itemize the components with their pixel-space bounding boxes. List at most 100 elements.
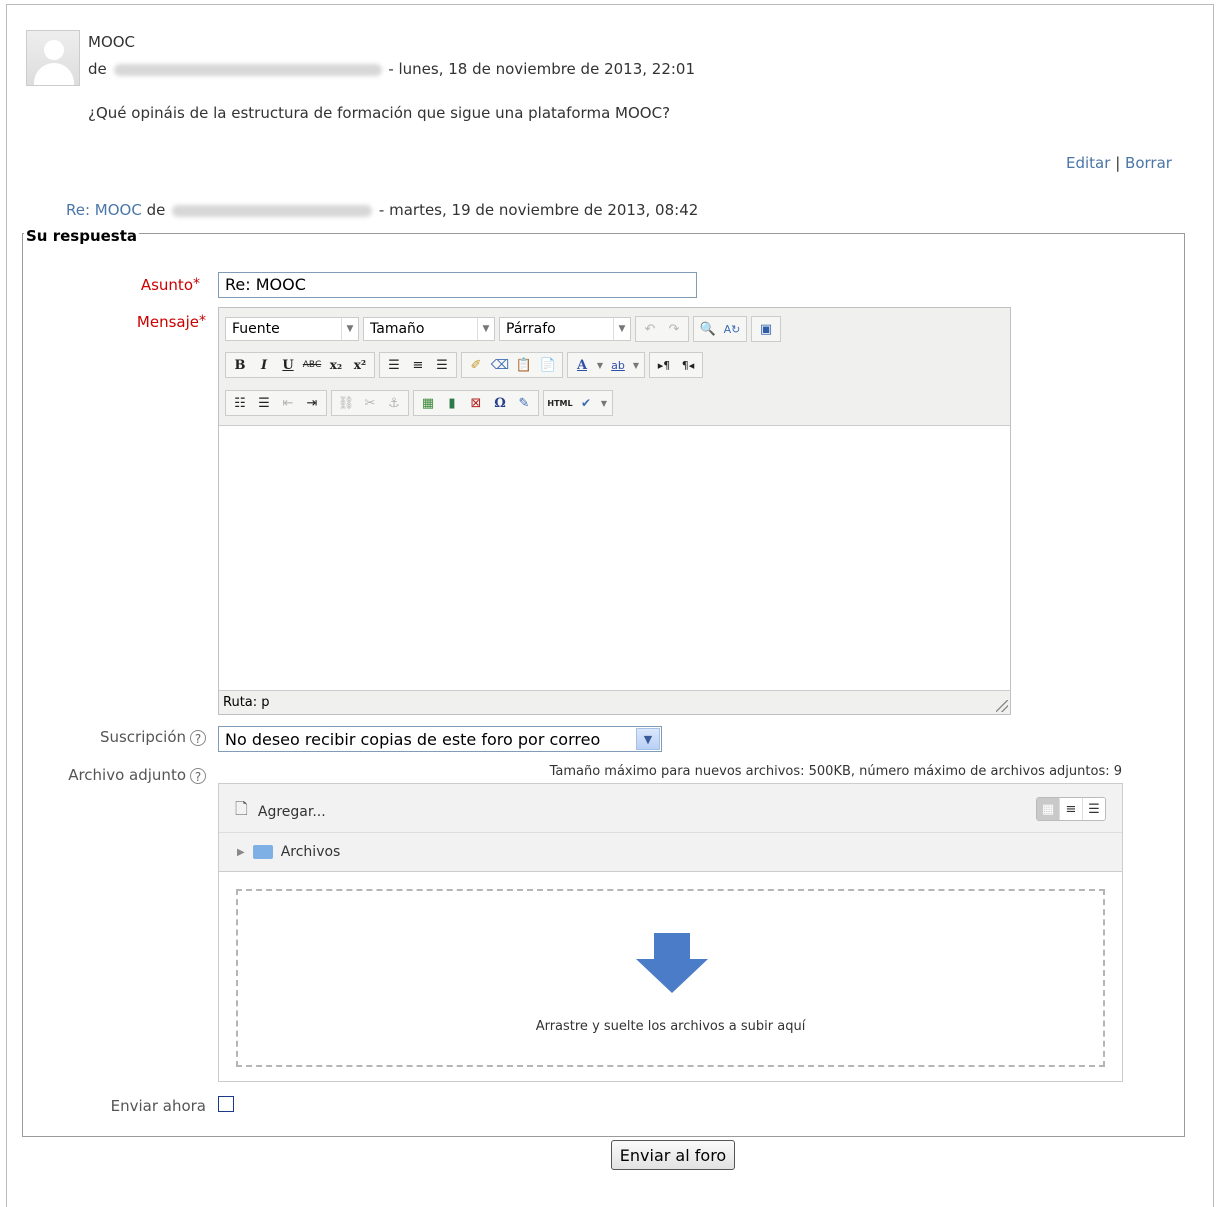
nolink-icon[interactable]: ⊠ xyxy=(465,392,487,414)
reply-date: - martes, 19 de noviembre de 2013, 08:42 xyxy=(378,201,699,219)
table-edit-icon[interactable]: ✎ xyxy=(513,392,535,414)
expand-arrow-icon[interactable]: ▶ xyxy=(237,847,245,858)
redo-icon[interactable]: ↷ xyxy=(663,318,685,340)
command-separator: | xyxy=(1115,154,1121,172)
chevron-down-icon[interactable]: ▼ xyxy=(636,728,660,750)
chevron-down-icon[interactable]: ▼ xyxy=(631,354,641,376)
post-byline: de - lunes, 18 de noviembre de 2013, 22:… xyxy=(88,60,695,78)
subject-input[interactable]: Re: MOOC xyxy=(218,272,697,298)
italic-icon[interactable]: I xyxy=(253,354,275,376)
insert-group: ▦ ▮ ⊠ Ω ✎ xyxy=(413,390,539,416)
bullet-list-icon[interactable]: ☷ xyxy=(229,392,251,414)
indent-icon[interactable]: ⇥ xyxy=(301,392,323,414)
subject-label: Asunto* xyxy=(140,276,200,294)
unlink-icon[interactable]: ✂ xyxy=(359,392,381,414)
align-left-icon[interactable]: ☰ xyxy=(383,354,405,376)
reply-subject-link[interactable]: Re: MOOC xyxy=(66,201,142,219)
align-center-icon[interactable]: ≡ xyxy=(407,354,429,376)
align-group: ☰ ≡ ☰ xyxy=(379,352,457,378)
drop-zone[interactable]: Arrastre y suelte los archivos a subir a… xyxy=(236,889,1105,1067)
grid-view-icon[interactable]: ▦ xyxy=(1037,798,1059,820)
text-color-icon[interactable]: A xyxy=(571,354,593,376)
color-group: A ▼ ab ▼ xyxy=(567,352,645,378)
resize-grip-icon[interactable] xyxy=(996,700,1008,712)
link-group: ⛓ ✂ ⚓ xyxy=(331,390,409,416)
cleanup-icon[interactable]: ✐ xyxy=(465,354,487,376)
ltr-icon[interactable]: ▸¶ xyxy=(653,354,675,376)
send-now-checkbox[interactable] xyxy=(218,1096,234,1112)
file-picker: 🗋 Agregar... ▦ ≡ ☰ ▶ Archivos Arrastre y… xyxy=(218,783,1123,1082)
numbered-list-icon[interactable]: ☰ xyxy=(253,392,275,414)
tree-view-icon[interactable]: ☰ xyxy=(1082,798,1105,820)
subscription-value: No deseo recibir copias de este foro por… xyxy=(225,729,601,749)
help-icon[interactable]: ? xyxy=(190,767,206,784)
drop-message: Arrastre y suelte los archivos a subir a… xyxy=(535,1019,806,1034)
message-editor: Fuente ▼ Tamaño ▼ Párrafo ▼ ↶ ↷ 🔍 A↻ ▣ B I … xyxy=(218,307,1011,715)
post-subject: MOOC xyxy=(88,33,136,51)
editor-path: Ruta: p xyxy=(223,695,270,710)
list-view-icon[interactable]: ≡ xyxy=(1059,798,1082,820)
find-icon[interactable]: 🔍 xyxy=(697,318,719,340)
subscription-select[interactable]: No deseo recibir copias de este foro por… xyxy=(218,726,662,752)
strikethrough-icon[interactable]: ABC xyxy=(301,354,323,376)
bold-icon[interactable]: B xyxy=(229,354,251,376)
underline-icon[interactable]: U xyxy=(277,354,299,376)
reply-legend: Su respuesta xyxy=(24,227,140,245)
font-combo[interactable]: Fuente ▼ xyxy=(225,317,359,341)
undo-icon[interactable]: ↶ xyxy=(639,318,661,340)
html-icon[interactable]: HTML xyxy=(547,392,573,414)
arrow-down-icon xyxy=(636,933,708,993)
toolbar-row-2: B I U ABC x₂ x² ☰ ≡ ☰ ✐ ⌫ 📋 📄 A ▼ ab ▼ ▸… xyxy=(225,351,707,379)
paste-word-icon[interactable]: 📄 xyxy=(537,354,559,376)
attachment-label: Archivo adjunto? xyxy=(20,766,206,784)
subscript-icon[interactable]: x₂ xyxy=(325,354,347,376)
direction-group: ▸¶ ¶◂ xyxy=(649,352,703,378)
post-date: - lunes, 18 de noviembre de 2013, 22:01 xyxy=(388,60,696,78)
required-star: * xyxy=(199,313,206,329)
link-icon[interactable]: ⛓ xyxy=(335,392,357,414)
align-right-icon[interactable]: ☰ xyxy=(431,354,453,376)
delete-link[interactable]: Borrar xyxy=(1125,154,1172,172)
post-body: ¿Qué opináis de la estructura de formaci… xyxy=(88,104,671,122)
image-icon[interactable]: ▦ xyxy=(417,392,439,414)
chevron-down-icon[interactable]: ▼ xyxy=(599,392,609,414)
post-commands: Editar | Borrar xyxy=(1066,154,1172,172)
folder-item[interactable]: ▶ Archivos xyxy=(237,844,340,860)
toolbar-row-3: ☷ ☰ ⇤ ⇥ ⛓ ✂ ⚓ ▦ ▮ ⊠ Ω ✎ HTML ✔ ▼ xyxy=(225,389,617,417)
superscript-icon[interactable]: x² xyxy=(349,354,371,376)
message-label: Mensaje* xyxy=(136,313,206,331)
undo-group: ↶ ↷ xyxy=(635,316,689,342)
max-file-info: Tamaño máximo para nuevos archivos: 500K… xyxy=(549,764,1122,779)
edit-link[interactable]: Editar xyxy=(1066,154,1110,172)
size-combo[interactable]: Tamaño ▼ xyxy=(363,317,495,341)
folder-icon xyxy=(252,845,273,859)
outdent-icon[interactable]: ⇤ xyxy=(277,392,299,414)
special-char-icon[interactable]: Ω xyxy=(489,392,511,414)
file-picker-toolbar: 🗋 Agregar... ▦ ≡ ☰ xyxy=(219,784,1122,833)
author-name-redacted[interactable] xyxy=(113,63,382,76)
view-switcher: ▦ ≡ ☰ xyxy=(1036,797,1106,821)
help-icon[interactable]: ? xyxy=(190,729,206,746)
list-group: ☷ ☰ ⇤ ⇥ xyxy=(225,390,327,416)
media-icon[interactable]: ▮ xyxy=(441,392,463,414)
format-combo[interactable]: Párrafo ▼ xyxy=(499,317,631,341)
fullscreen-icon[interactable]: ▣ xyxy=(755,318,777,340)
spellcheck-icon[interactable]: ✔ xyxy=(575,392,597,414)
chevron-down-icon[interactable]: ▼ xyxy=(595,354,605,376)
text-style-group: B I U ABC x₂ x² xyxy=(225,352,375,378)
rtl-icon[interactable]: ¶◂ xyxy=(677,354,699,376)
add-file-icon: 🗋 xyxy=(235,799,248,818)
add-file-button[interactable]: 🗋 Agregar... xyxy=(235,798,326,825)
message-text-area[interactable] xyxy=(219,425,1010,691)
anchor-icon[interactable]: ⚓ xyxy=(383,392,405,414)
replace-icon[interactable]: A↻ xyxy=(721,318,743,340)
submit-button[interactable]: Enviar al foro xyxy=(611,1140,735,1170)
html-group: HTML ✔ ▼ xyxy=(543,390,613,416)
user-avatar[interactable] xyxy=(26,30,80,86)
author-name-redacted[interactable] xyxy=(172,204,373,217)
search-group: 🔍 A↻ xyxy=(693,316,747,342)
paste-text-icon[interactable]: 📋 xyxy=(513,354,535,376)
eraser-icon[interactable]: ⌫ xyxy=(489,354,511,376)
highlight-color-icon[interactable]: ab xyxy=(607,354,629,376)
required-star: * xyxy=(193,276,200,292)
